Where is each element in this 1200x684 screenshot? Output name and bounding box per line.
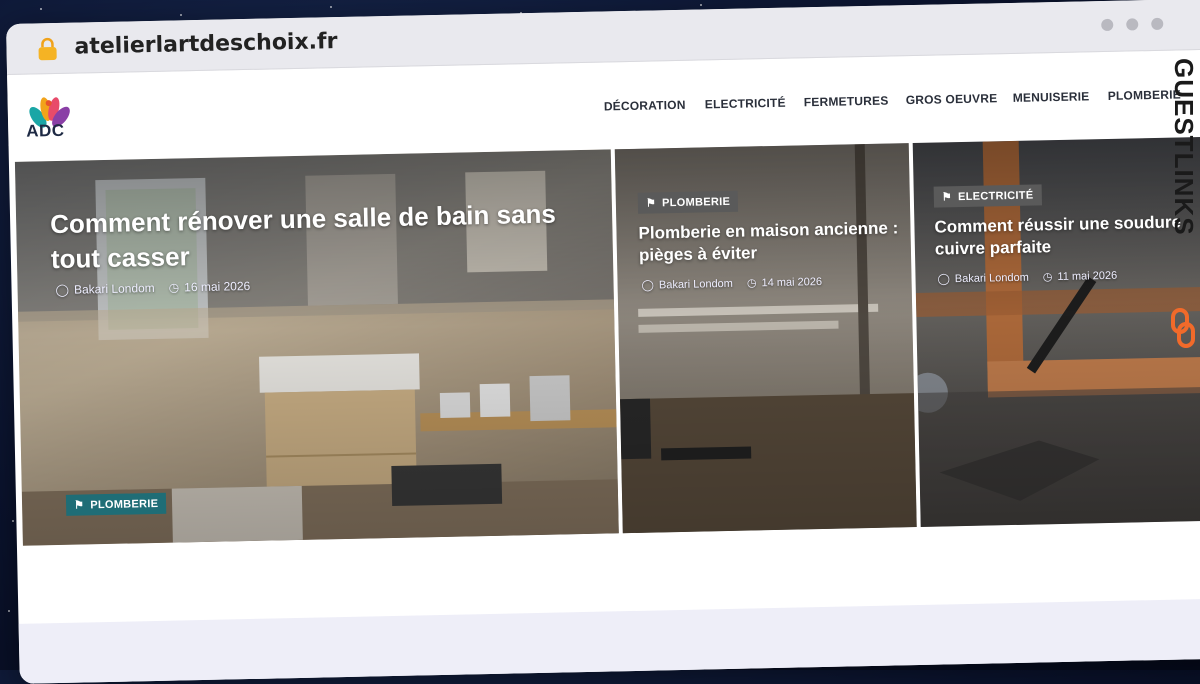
clock-icon: ◷ (1042, 271, 1053, 284)
lock-icon (38, 37, 57, 61)
nav-item-fermetures[interactable]: FERMETURES (804, 94, 889, 110)
featured-articles: Comment rénover une salle de bain sans t… (14, 136, 1200, 546)
guestlinks-overlay: GUESTLINKS (1164, 58, 1200, 358)
clock-icon: ◷ (746, 277, 757, 290)
nav-item-decoration[interactable]: DÉCORATION (604, 98, 686, 114)
user-icon: ◯ (55, 282, 70, 298)
clock-icon: ◷ (168, 280, 180, 295)
article-title[interactable]: Comment réussir une soudure cuivre parfa… (934, 211, 1195, 260)
address-bar-url[interactable]: atelierlartdeschoix.fr (74, 29, 337, 60)
category-badge[interactable]: ⚑ PLOMBERIE (65, 492, 167, 516)
category-badge[interactable]: ⚑ PLOMBERIE (637, 190, 739, 214)
article-author[interactable]: Bakari Londom (74, 281, 155, 297)
page-footer-band (18, 598, 1200, 684)
nav-item-menuiserie[interactable]: MENUISERIE (1013, 89, 1090, 105)
article-author[interactable]: Bakari Londom (659, 277, 733, 291)
article-title[interactable]: Plomberie en maison ancienne : pièges à … (638, 217, 899, 266)
article-date: 16 mai 2026 (184, 278, 251, 295)
nav-item-gros-oeuvre[interactable]: GROS OEUVRE (906, 91, 998, 107)
category-badge[interactable]: ⚑ ELECTRICITÉ (933, 184, 1042, 208)
logo-text[interactable]: ADC (26, 121, 65, 142)
category-label: ELECTRICITÉ (957, 189, 1034, 203)
article-card[interactable]: ⚑ PLOMBERIE Plomberie en maison ancienne… (614, 143, 917, 534)
guestlinks-label: GUESTLINKS (1169, 58, 1199, 236)
article-card[interactable]: Comment rénover une salle de bain sans t… (14, 149, 619, 546)
article-date: 11 mai 2026 (1057, 269, 1118, 283)
user-icon: ◯ (641, 279, 655, 292)
category-label: PLOMBERIE (661, 195, 731, 209)
window-dot-icon[interactable] (1151, 17, 1164, 31)
article-title[interactable]: Comment rénover une salle de bain sans t… (50, 196, 591, 277)
category-label: PLOMBERIE (90, 497, 159, 511)
chain-link-icon (1171, 308, 1195, 348)
article-author[interactable]: Bakari Londom (955, 271, 1029, 285)
browser-window: atelierlartdeschoix.fr ADC DÉCORATION EL… (6, 0, 1200, 684)
nav-item-electricite[interactable]: ELECTRICITÉ (705, 96, 786, 112)
article-card[interactable]: ⚑ ELECTRICITÉ Comment réussir une soudur… (912, 136, 1200, 527)
window-dot-icon[interactable] (1101, 18, 1114, 32)
article-date: 14 mai 2026 (761, 275, 823, 289)
bookmark-icon: ⚑ (645, 197, 657, 210)
user-icon: ◯ (937, 273, 950, 286)
bookmark-icon: ⚑ (73, 499, 85, 512)
window-dot-icon[interactable] (1126, 18, 1139, 31)
bookmark-icon: ⚑ (941, 191, 953, 204)
